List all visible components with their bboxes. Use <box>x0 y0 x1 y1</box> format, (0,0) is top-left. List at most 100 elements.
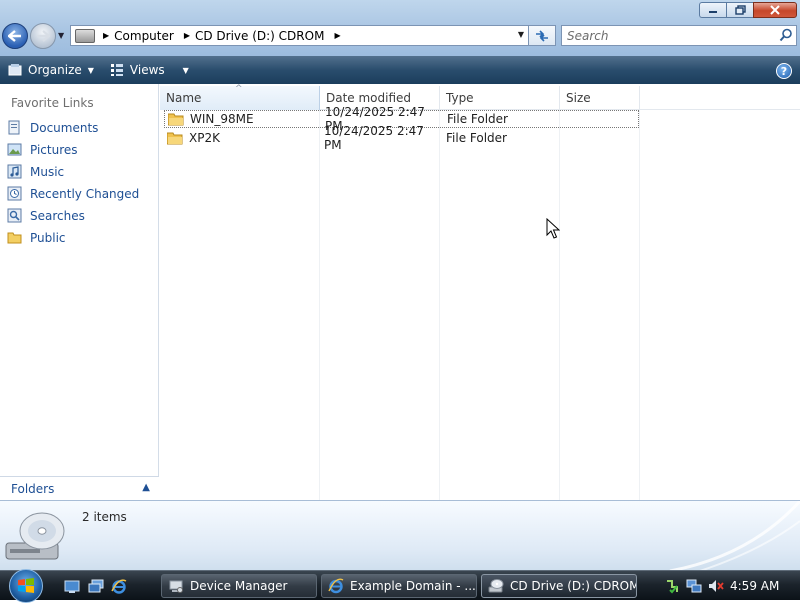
views-menu[interactable]: Views ▼ <box>102 56 197 84</box>
back-button[interactable] <box>2 23 28 49</box>
show-desktop-icon[interactable] <box>64 579 80 594</box>
forward-button[interactable] <box>30 23 56 49</box>
safely-remove-hardware-icon[interactable] <box>664 578 680 594</box>
file-name: XP2K <box>189 131 220 145</box>
mouse-cursor-icon <box>546 218 560 239</box>
taskbar-button-internet-explorer[interactable]: Example Domain - ... <box>321 574 477 598</box>
sidebar-item-searches[interactable]: Searches <box>7 208 85 223</box>
breadcrumb-chevron-icon[interactable]: ▶ <box>101 31 114 40</box>
address-bar[interactable]: ▶ Computer ▶ CD Drive (D:) CDROM ▶ ▼ <box>70 25 529 46</box>
refresh-icon <box>536 29 548 42</box>
breadcrumb: ▶ Computer ▶ CD Drive (D:) CDROM ▶ <box>95 29 346 43</box>
maximize-button[interactable] <box>726 2 753 18</box>
sidebar-item-pictures[interactable]: Pictures <box>7 142 78 157</box>
sidebar-item-documents[interactable]: Documents <box>7 120 98 135</box>
forward-arrow-icon <box>37 30 50 42</box>
file-type: File Folder <box>447 112 508 126</box>
sidebar-item-public[interactable]: Public <box>7 230 66 245</box>
searches-icon <box>7 208 22 223</box>
breadcrumb-chevron-icon[interactable]: ▶ <box>332 31 345 40</box>
help-icon[interactable]: ? <box>776 63 792 79</box>
file-type: File Folder <box>446 131 507 145</box>
column-header-label: Size <box>566 91 591 105</box>
search-box[interactable]: Search <box>561 25 797 46</box>
close-button[interactable] <box>753 2 797 18</box>
details-pane: 2 items <box>0 500 800 571</box>
column-header-name[interactable]: ^ Name <box>160 84 320 110</box>
sidebar-item-label: Public <box>30 230 66 245</box>
folders-label: Folders <box>11 481 55 496</box>
organize-dropdown-icon: ▼ <box>87 65 94 75</box>
sidebar-item-label: Music <box>30 164 65 179</box>
item-count: 2 items <box>82 510 127 524</box>
switch-windows-icon[interactable] <box>88 579 104 594</box>
minimize-icon <box>709 11 717 13</box>
organize-label: Organize <box>28 63 82 77</box>
sidebar-item-music[interactable]: Music <box>7 164 64 179</box>
column-header-size[interactable]: Size <box>560 86 640 110</box>
details-decoration <box>669 501 800 571</box>
taskbar-button-cd-drive[interactable]: CD Drive (D:) CDROM <box>481 574 637 598</box>
views-dropdown-icon: ▼ <box>182 65 189 75</box>
sidebar-item-label: Recently Changed <box>30 186 140 201</box>
file-name: WIN_98ME <box>190 112 254 126</box>
column-header-type[interactable]: Type <box>440 86 560 110</box>
taskbar-button-label: Device Manager <box>190 579 288 593</box>
file-date-modified: 10/24/2025 2:47 PM <box>324 124 424 152</box>
recent-pages-dropdown[interactable]: ▼ <box>58 31 64 40</box>
table-row[interactable]: XP2K 10/24/2025 2:47 PM File Folder <box>164 124 639 152</box>
taskbar-button-label: Example Domain - ... <box>350 579 476 593</box>
breadcrumb-computer[interactable]: Computer <box>114 29 174 43</box>
sidebar-item-label: Documents <box>30 120 99 135</box>
cd-drive-icon <box>488 579 504 593</box>
taskbar-button-device-manager[interactable]: Device Manager <box>161 574 317 598</box>
window-controls <box>699 2 797 18</box>
device-manager-icon <box>169 580 183 593</box>
column-divider <box>559 110 560 500</box>
column-headers: ^ Name Date modified Type Size <box>160 84 800 110</box>
address-dropdown-icon[interactable]: ▼ <box>518 30 524 39</box>
column-header-label: Type <box>446 91 474 105</box>
maximize-icon <box>734 5 746 15</box>
sort-ascending-icon: ^ <box>235 84 243 94</box>
folders-toggle[interactable]: Folders ▲ <box>0 476 159 500</box>
back-arrow-icon <box>8 30 21 42</box>
breadcrumb-chevron-icon[interactable]: ▶ <box>182 31 195 40</box>
column-divider <box>439 110 440 500</box>
title-and-address-bar: ▼ ▶ Computer ▶ CD Drive (D:) CDROM ▶ ▼ S… <box>0 0 800 56</box>
command-bar: Organize ▼ Views ▼ <box>0 56 800 84</box>
explorer-window: ▼ ▶ Computer ▶ CD Drive (D:) CDROM ▶ ▼ S… <box>0 0 800 571</box>
pictures-icon <box>7 143 22 156</box>
volume-muted-icon[interactable] <box>708 578 724 594</box>
organize-menu[interactable]: Organize ▼ <box>0 56 102 84</box>
close-icon <box>770 5 780 15</box>
search-icon[interactable] <box>779 28 793 42</box>
system-tray: 4:59 AM <box>664 571 779 601</box>
breadcrumb-cd-drive[interactable]: CD Drive (D:) CDROM <box>195 29 324 43</box>
navigation-pane: Favorite Links Documents Pictures Music … <box>0 84 159 500</box>
refresh-button[interactable] <box>529 25 556 46</box>
column-divider <box>639 110 640 500</box>
search-input[interactable]: Search <box>567 29 609 43</box>
favorite-links-header: Favorite Links <box>11 96 94 110</box>
column-divider <box>319 110 320 500</box>
views-label: Views <box>129 63 165 77</box>
folder-icon <box>167 132 183 144</box>
column-header-label: Name <box>166 91 202 105</box>
internet-explorer-icon[interactable] <box>111 579 127 594</box>
cd-drive-large-icon <box>5 512 65 560</box>
drive-icon <box>75 28 95 43</box>
chevron-up-icon: ▲ <box>142 482 150 493</box>
column-header-label: Date modified <box>326 91 412 105</box>
start-button[interactable] <box>9 569 43 603</box>
recently-changed-icon <box>7 186 22 201</box>
organize-icon <box>8 64 22 76</box>
file-list-pane: ^ Name Date modified Type Size WIN_98ME … <box>160 84 800 500</box>
public-folder-icon <box>7 232 22 244</box>
sidebar-item-recently-changed[interactable]: Recently Changed <box>7 186 139 201</box>
sidebar-item-label: Searches <box>30 208 85 223</box>
views-icon <box>110 64 123 76</box>
clock[interactable]: 4:59 AM <box>730 579 779 593</box>
minimize-button[interactable] <box>699 2 726 18</box>
network-icon[interactable] <box>686 578 702 594</box>
